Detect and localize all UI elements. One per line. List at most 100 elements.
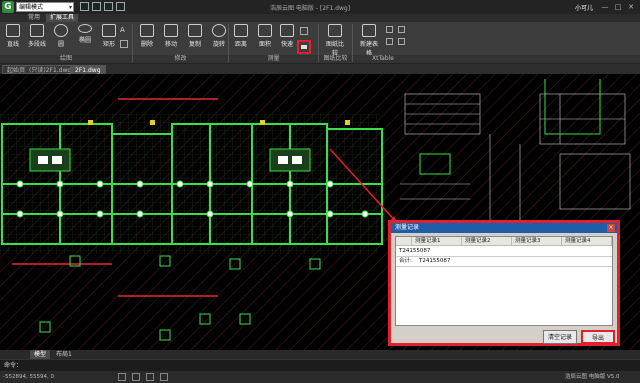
- close-button[interactable]: ✕: [626, 2, 636, 12]
- group-label-compare: 图纸比较: [319, 55, 352, 63]
- quick-measure-icon: [280, 24, 294, 37]
- tool-label: 距离: [234, 41, 247, 48]
- app-logo[interactable]: G: [2, 1, 14, 13]
- group-label-modify: 修改: [133, 55, 228, 63]
- ribbon-tab-extended-tools[interactable]: 扩展工具: [46, 14, 79, 22]
- table-row-label: 合计:: [399, 258, 412, 264]
- minimize-button[interactable]: —: [600, 2, 610, 12]
- rectangle-icon: [102, 24, 116, 37]
- hatch-tool-icon[interactable]: [120, 40, 128, 48]
- ribbon-footer: [413, 55, 640, 63]
- model-tab[interactable]: 模型: [30, 350, 51, 359]
- coordinate-readout: -552894, 55594, 0: [3, 374, 54, 380]
- ellipse-icon: [78, 24, 92, 33]
- tool-area[interactable]: 面积: [254, 24, 276, 48]
- measure-option-icon[interactable]: [300, 27, 308, 35]
- ribbon-tab-bar: [0, 14, 640, 22]
- export-excel-button[interactable]: 导出EXCEL: [581, 330, 615, 356]
- line-icon: [6, 24, 20, 37]
- redo-icon[interactable]: [116, 2, 125, 11]
- tool-label: 面积: [258, 41, 271, 48]
- text-tool-icon[interactable]: A: [120, 26, 128, 34]
- tool-distance[interactable]: 距离: [230, 24, 252, 48]
- table-option-icon[interactable]: [386, 38, 393, 45]
- table-header-cell: 测量记录2: [462, 237, 512, 246]
- tool-circle[interactable]: 圆: [50, 24, 72, 48]
- distance-icon: [234, 24, 248, 37]
- chevron-down-icon: ▾: [68, 4, 72, 11]
- tool-label: 圆: [57, 41, 64, 48]
- area-icon: [258, 24, 272, 37]
- record-table: 测量记录1 测量记录2 测量记录3 测量记录4 T24155087 合计: T2…: [395, 236, 613, 326]
- dialog-titlebar[interactable]: 测量记录: [391, 223, 617, 233]
- table-option-icon[interactable]: [398, 38, 405, 45]
- doc-tab-active[interactable]: 2F1.dwg: [70, 65, 106, 74]
- polar-toggle-icon[interactable]: [160, 373, 168, 381]
- tool-label: 快速: [280, 41, 293, 48]
- move-icon: [164, 24, 178, 37]
- table-icon: [362, 24, 376, 37]
- table-option-icon[interactable]: [398, 26, 405, 33]
- tool-copy[interactable]: 复制: [184, 24, 206, 48]
- record-list-icon: [301, 45, 307, 49]
- open-file-icon[interactable]: [80, 2, 89, 11]
- tool-new-table[interactable]: 新建表格: [358, 24, 380, 57]
- mode-select[interactable]: 编辑模式 ▾: [16, 2, 74, 12]
- tool-ellipse[interactable]: 椭圆: [74, 24, 96, 44]
- doc-tab-readonly[interactable]: (只读)2F1.dwg: [24, 65, 77, 74]
- circle-icon: [54, 24, 68, 37]
- command-prompt: 命令：: [4, 362, 23, 369]
- save-icon[interactable]: [92, 2, 101, 11]
- table-header-cell: 测量记录3: [512, 237, 562, 246]
- compare-icon: [328, 24, 342, 37]
- mode-select-value: 编辑模式: [19, 4, 44, 11]
- window-title: 浩辰云图 电脑版 - [2F1.dwg]: [270, 5, 351, 12]
- table-row-value[interactable]: T24155087: [416, 257, 516, 266]
- layout-tab[interactable]: 布局1: [52, 350, 76, 359]
- table-option-icon[interactable]: [386, 26, 393, 33]
- tool-label: 移动: [164, 41, 177, 48]
- clear-records-button[interactable]: 清空记录: [543, 330, 577, 344]
- eraser-icon: [140, 24, 154, 37]
- measure-record-button[interactable]: [297, 40, 311, 54]
- tool-label: 旋转: [212, 41, 225, 48]
- tool-label: 矩形: [102, 41, 115, 48]
- group-label-measure: 测量: [229, 55, 318, 63]
- table-header-cell: 测量记录1: [412, 237, 462, 246]
- ribbon-tab-common[interactable]: 常用: [24, 14, 44, 22]
- maximize-button[interactable]: □: [613, 2, 623, 12]
- table-header-cell: [396, 237, 412, 246]
- ortho-toggle-icon[interactable]: [146, 373, 154, 381]
- measure-record-dialog: 测量记录 × 测量记录1 测量记录2 测量记录3 测量记录4 T24155087…: [388, 220, 620, 356]
- tool-label: 删除: [140, 41, 153, 48]
- grid-toggle-icon[interactable]: [132, 373, 140, 381]
- tool-quick-measure[interactable]: 快速: [276, 24, 298, 48]
- tool-compare-drawings[interactable]: 图纸比较: [324, 24, 346, 57]
- tool-label: 直线: [6, 41, 19, 48]
- table-row-divider: [396, 266, 612, 267]
- group-label-draw: 绘图: [0, 55, 132, 63]
- version-label: 浩辰云图 电脑版 V5.0: [565, 374, 620, 380]
- table-header-cell: 测量记录4: [562, 237, 612, 246]
- dialog-close-button[interactable]: ×: [607, 224, 615, 232]
- dialog-title: 测量记录: [395, 224, 420, 231]
- snap-toggle-icon[interactable]: [118, 373, 126, 381]
- tool-polyline[interactable]: 多段线: [26, 24, 48, 48]
- status-bar: [0, 371, 640, 383]
- undo-icon[interactable]: [104, 2, 113, 11]
- command-line[interactable]: 命令：: [0, 359, 640, 371]
- group-label-xttable: XtTable: [353, 55, 413, 63]
- polyline-icon: [30, 24, 44, 37]
- tool-line[interactable]: 直线: [2, 24, 24, 48]
- tool-move[interactable]: 移动: [160, 24, 182, 48]
- copy-icon: [188, 24, 202, 37]
- tool-label: 椭圆: [78, 37, 91, 44]
- tool-rotate[interactable]: 旋转: [208, 24, 230, 48]
- tool-delete[interactable]: 删除: [136, 24, 158, 48]
- tool-label: 多段线: [27, 41, 46, 48]
- table-row-value[interactable]: T24155087: [396, 247, 516, 256]
- model-tab-bar: [0, 350, 640, 359]
- tool-rectangle[interactable]: 矩形: [98, 24, 120, 48]
- user-name[interactable]: 小可儿: [575, 3, 593, 12]
- tool-label: 复制: [188, 41, 201, 48]
